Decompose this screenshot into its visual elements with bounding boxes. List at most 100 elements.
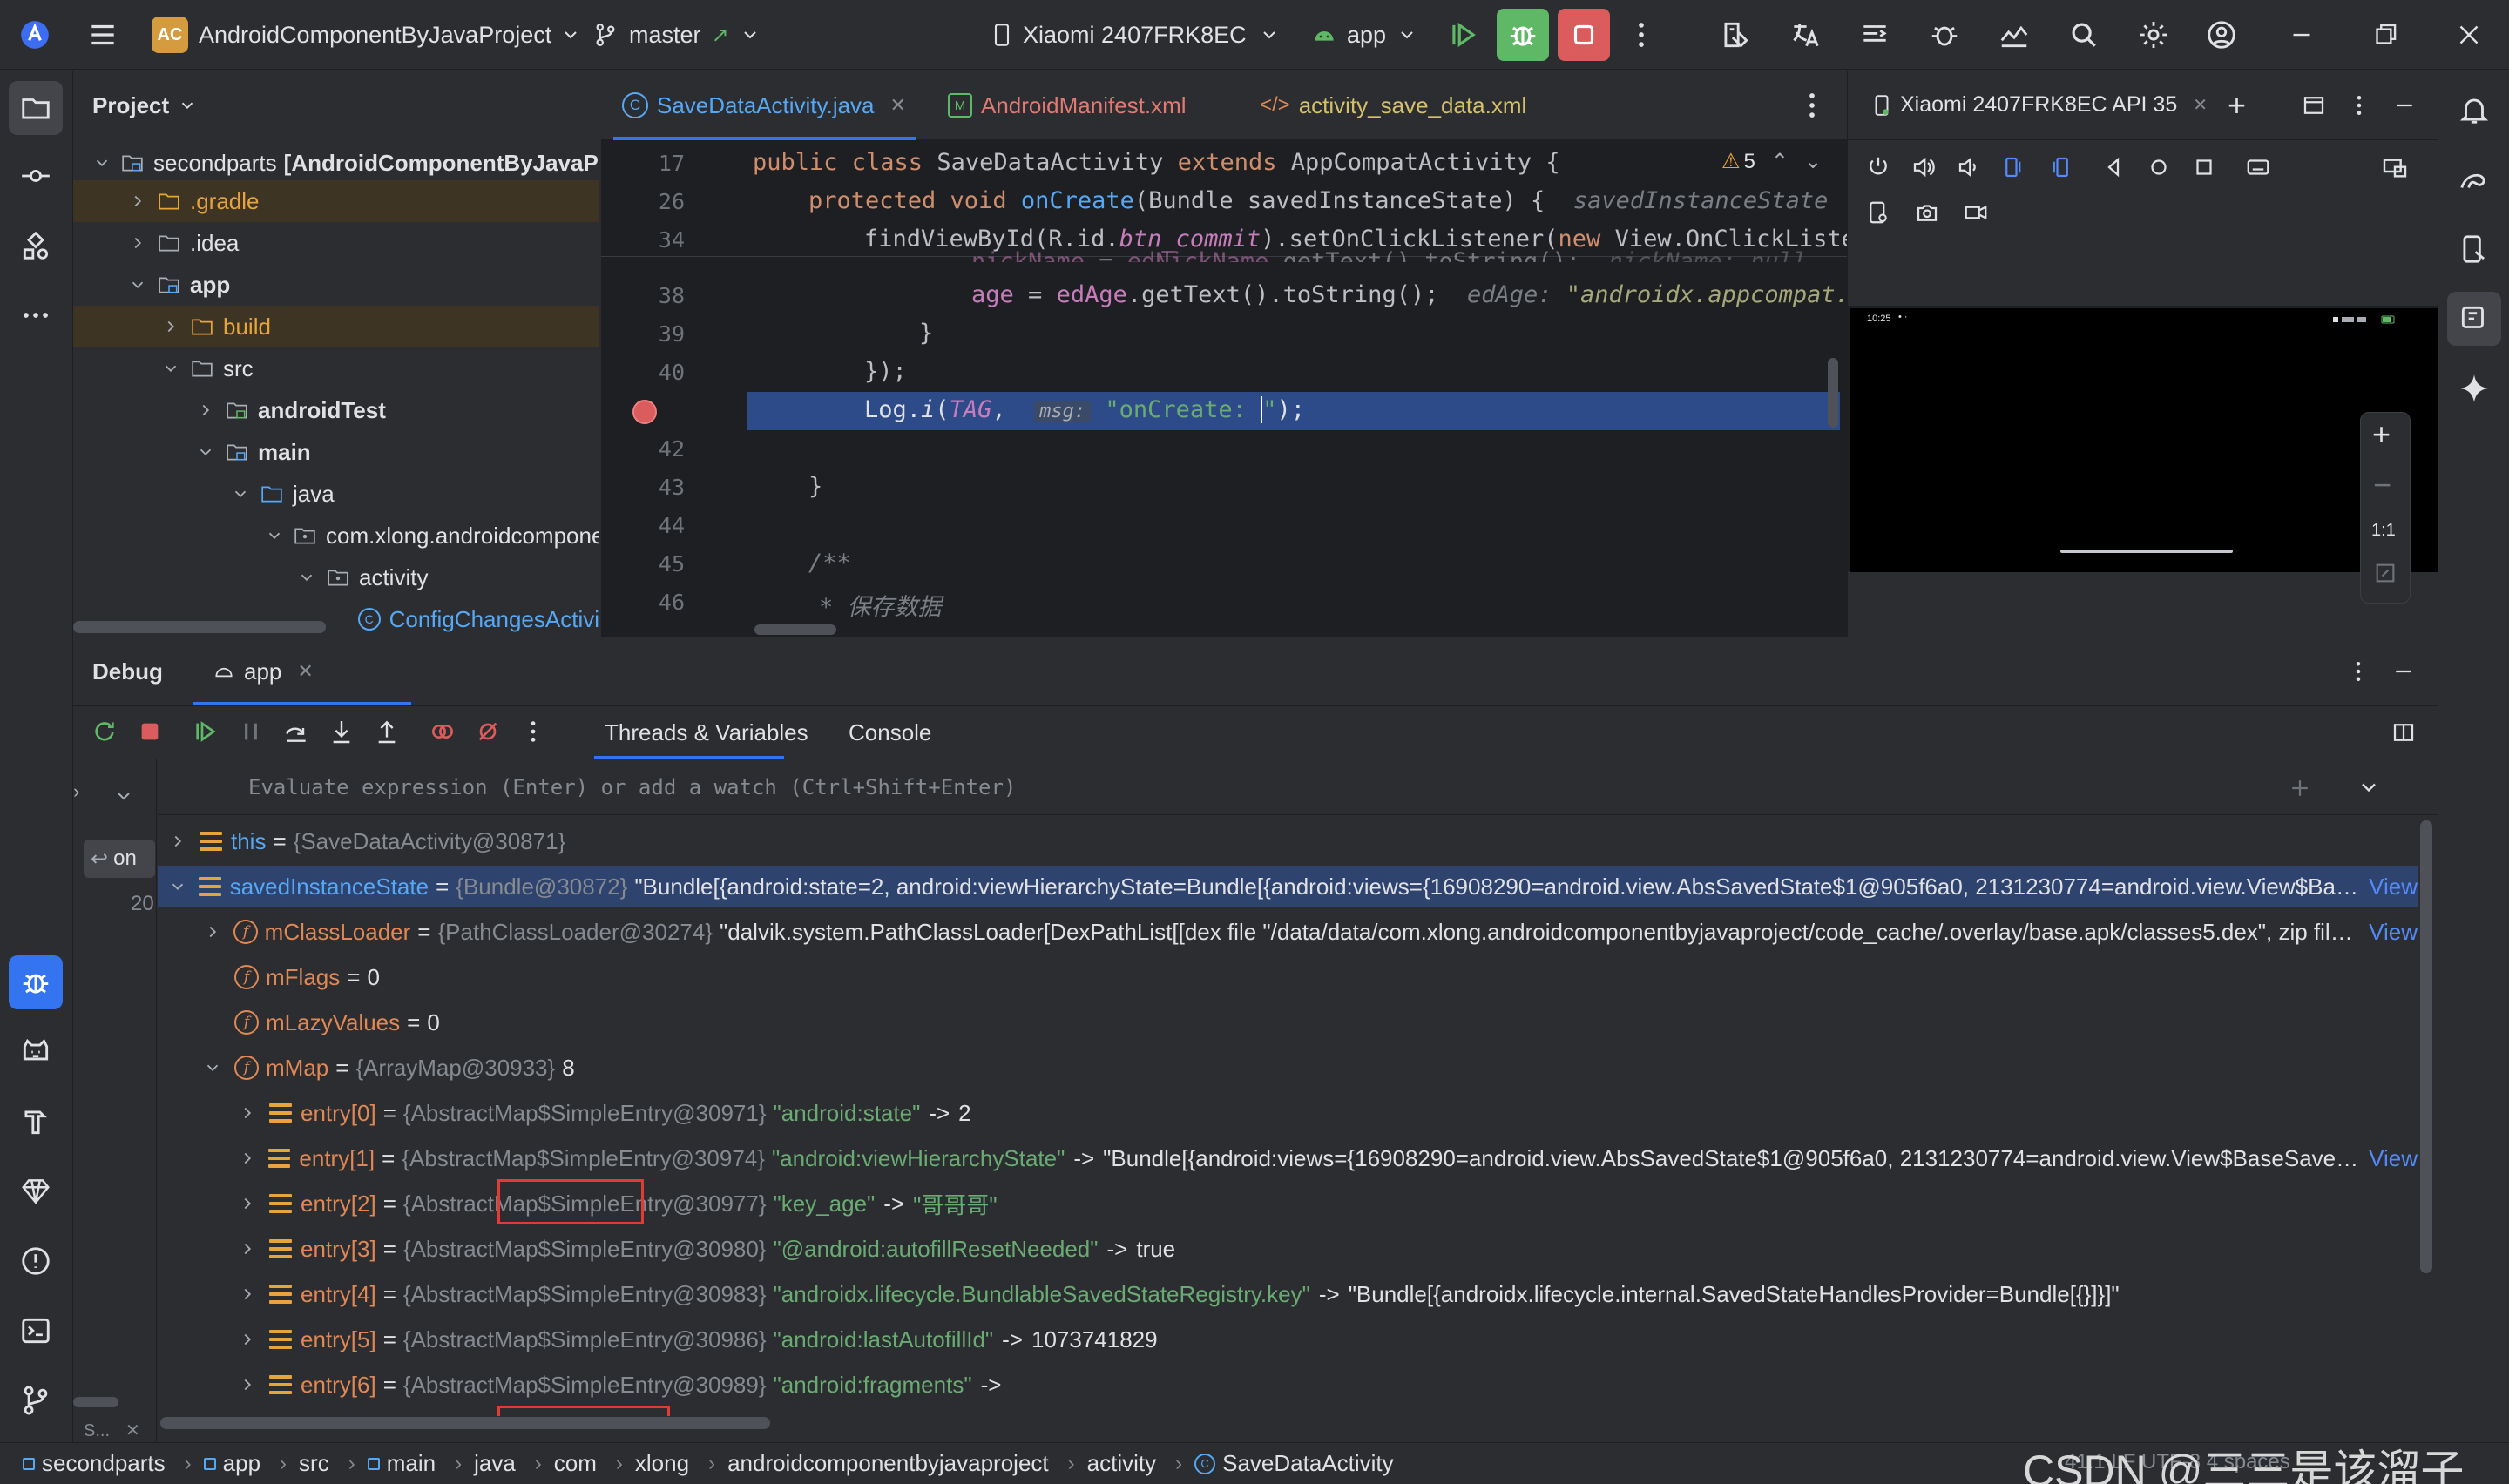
add-watch-icon[interactable] [2287,775,2313,801]
chevron-down-icon[interactable] [230,483,251,504]
chevron-right-icon[interactable] [127,191,148,212]
problems-icon[interactable] [9,1234,63,1288]
account-icon[interactable] [2195,9,2248,61]
variable-row[interactable]: entry[0] = {AbstractMap$SimpleEntry@3097… [158,1092,2418,1134]
variables-horizontal-scrollbar[interactable] [160,1417,770,1429]
spacer[interactable] [331,609,349,630]
gem-icon[interactable] [9,1164,63,1218]
fit-screen-icon[interactable] [2373,561,2397,585]
debug-session-tab[interactable]: app ✕ [213,637,314,705]
chevron-up-icon[interactable]: ⌃ [1771,149,1789,174]
gradle-icon[interactable] [2447,152,2501,206]
view-link[interactable]: View [2369,919,2418,946]
breadcrumb-item[interactable]: src [299,1450,329,1477]
breadcrumb-item[interactable]: secondparts [42,1450,166,1477]
variable-row[interactable]: f mFlags = 0 [158,956,2418,998]
profiler-icon[interactable] [1988,9,2040,61]
tab-threads-variables[interactable]: Threads & Variables [605,705,808,759]
layout-icon[interactable] [2301,92,2327,118]
chevron-right-icon[interactable] [238,1194,259,1213]
evaluate-input[interactable]: Evaluate expression (Enter) or add a wat… [248,759,2165,815]
editor-more-icon[interactable] [1786,79,1838,132]
close-window-icon[interactable] [2443,9,2495,61]
chevron-down-icon[interactable] [296,567,317,588]
breakpoint-icon[interactable] [632,400,657,424]
close-icon[interactable]: ✕ [125,1420,140,1441]
chevron-right-icon[interactable] [168,832,189,851]
variable-row[interactable]: f mClassLoader = {PathClassLoader@30274} "… [158,911,2418,953]
chevron-down-icon[interactable] [195,442,216,462]
stop-button[interactable] [1558,9,1610,61]
device-explorer-icon[interactable] [2447,222,2501,276]
overview-icon[interactable] [2191,154,2217,180]
device-settings-icon[interactable] [1865,199,1891,226]
step-into-icon[interactable] [328,718,355,745]
tab-console[interactable]: Console [849,705,931,759]
notifications-bell-icon[interactable] [2447,83,2501,137]
more-icon[interactable] [2346,92,2372,118]
main-menu-icon[interactable] [77,9,129,61]
logcat-icon[interactable] [1849,9,1901,61]
chevron-down-icon[interactable] [203,1058,224,1077]
breadcrumb-item[interactable]: main [387,1450,436,1477]
breadcrumb-item[interactable]: com [554,1450,597,1477]
zoom-out-icon[interactable]: − [2373,467,2391,503]
tree-module-app[interactable]: app [73,264,599,306]
chevron-right-icon[interactable] [127,233,148,253]
chevron-down-icon[interactable]: ⌄ [1804,149,1822,174]
chevron-right-icon[interactable] [238,1149,258,1168]
chevron-down-icon[interactable] [168,877,188,896]
mute-breakpoints-icon[interactable] [474,718,502,745]
view-link[interactable]: View [2369,1145,2418,1172]
breadcrumb-item[interactable]: activity [1087,1450,1156,1477]
tab-savedataactivity[interactable]: C SaveDataActivity.java ✕ [622,71,906,140]
chevron-right-icon[interactable] [195,400,216,421]
zoom-in-icon[interactable]: + [2372,416,2391,453]
keyboard-icon[interactable] [2245,154,2271,180]
tree-package-activity[interactable]: activity [73,556,599,598]
apply-changes-icon[interactable] [1437,9,1490,61]
minimize-panel-icon[interactable] [2391,92,2418,118]
tree-folder-idea[interactable]: .idea [73,222,599,264]
chevron-right-icon[interactable] [203,922,223,941]
volume-down-icon[interactable] [1956,154,1982,180]
phone-screen[interactable]: 10:25 • · [1850,308,2438,572]
tree-folder-gradle[interactable]: .gradle [73,180,599,222]
breadcrumb-item[interactable]: java [474,1450,516,1477]
chevron-down-icon[interactable] [127,274,148,295]
hide-panel-icon[interactable] [2391,658,2417,685]
tree-root-secondparts[interactable]: secondparts [AndroidComponentByJavaPr [73,142,599,184]
run-config-selector[interactable]: app [1310,0,1417,70]
debug-button[interactable] [1497,9,1549,61]
structure-tool-icon[interactable] [9,219,63,273]
chevron-right-icon[interactable] [238,1375,259,1394]
add-device-icon[interactable]: + [2228,87,2246,124]
screen-record-icon[interactable] [1963,199,1989,226]
chevron-down-icon[interactable] [265,525,284,546]
chevron-down-icon[interactable] [113,786,134,806]
chevron-right-icon[interactable] [238,1239,259,1258]
home-icon[interactable] [2146,154,2172,180]
project-selector[interactable]: AC AndroidComponentByJavaProject [152,0,581,70]
chevron-down-icon[interactable] [160,358,181,379]
chevron-right-icon[interactable] [160,316,181,337]
device-tab[interactable]: Xiaomi 2407FRK8EC API 35 ✕ [1870,92,2208,118]
variable-row[interactable]: f mLazyValues = 0 [158,1002,2418,1043]
rotate-left-icon[interactable] [2001,154,2027,180]
toolbar-more-icon[interactable] [519,718,547,745]
chevron-right-icon[interactable] [238,1103,259,1123]
close-tab-icon[interactable]: ✕ [890,94,906,117]
running-devices-icon[interactable] [2447,292,2501,346]
search-icon[interactable] [2058,9,2110,61]
debug-more-icon[interactable] [2345,658,2371,685]
terminal-icon[interactable] [9,1304,63,1358]
more-tools-icon[interactable] [9,288,63,342]
minimize-icon[interactable] [2276,9,2328,61]
view-breakpoints-icon[interactable] [429,718,456,745]
resume-icon[interactable] [192,718,220,745]
close-tab-icon[interactable]: ✕ [297,660,313,683]
restore-icon[interactable] [2359,9,2411,61]
view-link[interactable]: View [2369,874,2418,901]
debug-tool-icon[interactable] [9,955,63,1009]
breadcrumb-item[interactable]: SaveDataActivity [1222,1450,1394,1477]
